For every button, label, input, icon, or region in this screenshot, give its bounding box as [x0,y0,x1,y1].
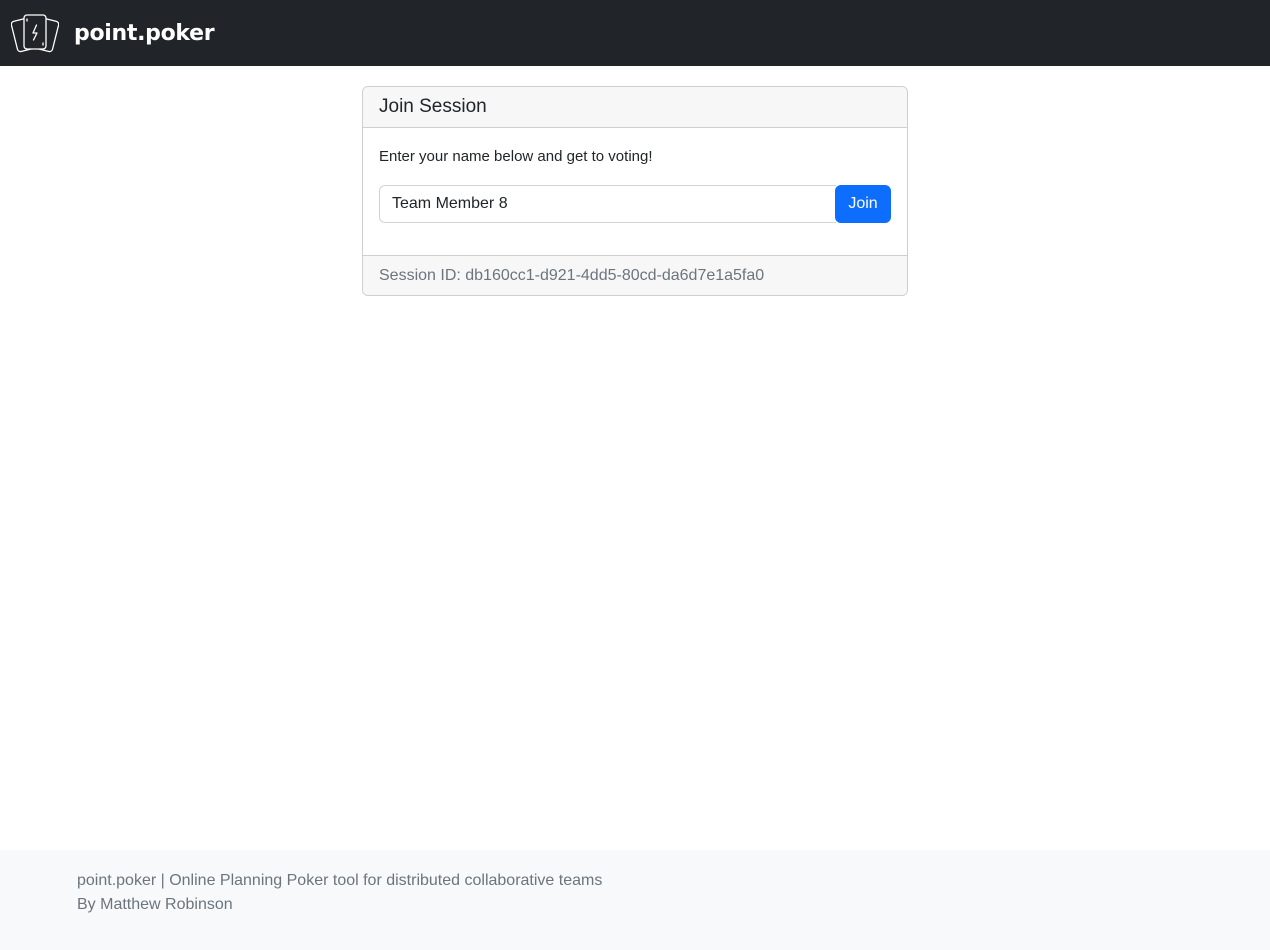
page-footer: point.poker | Online Planning Poker tool… [0,850,1270,950]
join-button[interactable]: Join [835,185,891,223]
card-title: Join Session [379,96,487,117]
brand-link[interactable]: point.poker [11,12,215,54]
join-session-card: Join Session Enter your name below and g… [362,86,908,296]
footer-author: By Matthew Robinson [77,896,233,913]
top-navbar: point.poker [0,0,1270,66]
name-input[interactable] [379,185,836,223]
brand-name: point.poker [74,20,215,46]
name-input-group: Join [379,185,891,223]
footer-tagline: point.poker | Online Planning Poker tool… [77,872,603,889]
session-id-footer: Session ID: db160cc1-d921-4dd5-80cd-da6d… [363,255,907,295]
session-id-text: Session ID: db160cc1-d921-4dd5-80cd-da6d… [379,267,765,284]
card-body: Enter your name below and get to voting!… [363,128,907,255]
card-header: Join Session [363,87,907,128]
playing-cards-lightning-icon [11,14,59,53]
join-instructions: Enter your name below and get to voting! [379,148,653,165]
